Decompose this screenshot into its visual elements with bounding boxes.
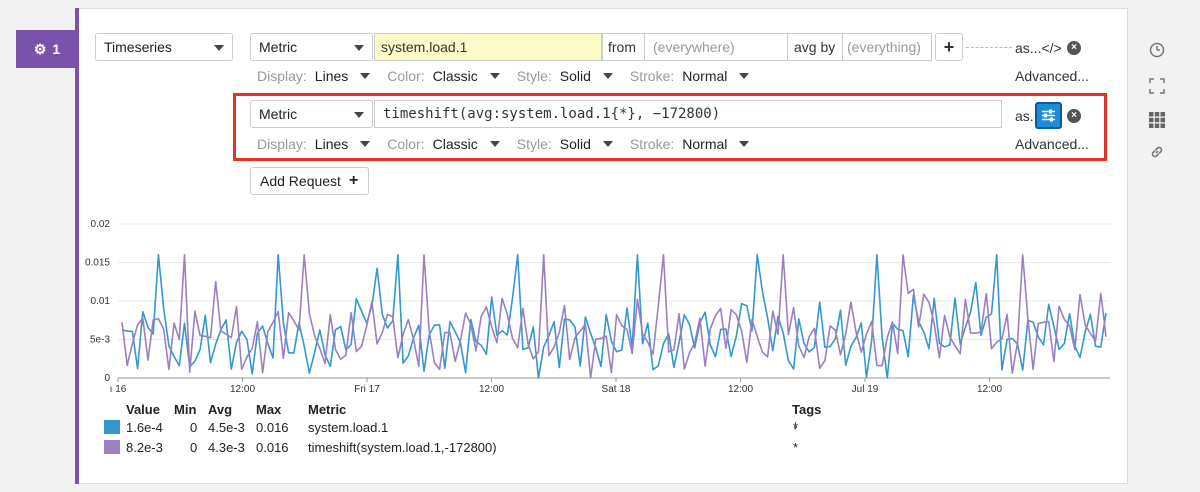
x-tick-label: 12:00	[479, 384, 504, 395]
expand-icon[interactable]	[1143, 74, 1171, 98]
clock-icon[interactable]	[1143, 38, 1171, 62]
legend-metric: system.load.1	[308, 420, 389, 435]
x-tick-label: ı 16	[110, 384, 127, 395]
grid-icon[interactable]	[1143, 108, 1171, 132]
legend-value: 1.6e-4	[126, 420, 163, 435]
legend-header-metric: Metric	[308, 402, 347, 417]
legend-header-value: Value	[126, 402, 160, 417]
legend-tags: *	[793, 440, 799, 455]
y-tick-label: 0.015	[85, 258, 110, 269]
y-tick-label: 5e-3	[90, 335, 110, 346]
series-line-1	[121, 254, 1107, 379]
y-tick-label: 0	[104, 373, 110, 384]
series-line-2	[121, 254, 1107, 379]
legend-value: 8.2e-3	[126, 440, 163, 455]
x-tick-label: 12:00	[977, 384, 1002, 395]
y-tick-label: 0.02	[91, 219, 111, 230]
legend-header-min: Min	[174, 402, 197, 417]
x-tick-label: Fri 17	[354, 384, 380, 395]
link-icon[interactable]	[1143, 140, 1171, 164]
x-tick-label: 12:00	[728, 384, 753, 395]
legend-min: 0	[190, 440, 198, 455]
legend-avg: 4.5e-3	[208, 420, 245, 435]
legend-max: 0.016	[256, 440, 289, 455]
x-tick-label: Sat 18	[602, 384, 631, 395]
legend-tags: *	[793, 420, 799, 435]
legend-max: 0.016	[256, 420, 289, 435]
x-tick-label: Jul 19	[852, 384, 879, 395]
legend-metric: timeshift(system.load.1,-172800)	[308, 440, 497, 455]
legend-swatch	[104, 420, 120, 434]
legend-avg: 4.3e-3	[208, 440, 245, 455]
legend-header-avg: Avg	[208, 402, 233, 417]
legend-header-max: Max	[256, 402, 282, 417]
y-tick-label: 0.01	[91, 296, 111, 307]
timeseries-chart: 0 5e-3 0.01 0.015 0.02 ı 16 12:00 Fri 17 12:00 Sa…	[85, 219, 1110, 395]
legend-swatch	[104, 440, 120, 454]
x-tick-label: 12:00	[230, 384, 255, 395]
legend-min: 0	[190, 420, 198, 435]
